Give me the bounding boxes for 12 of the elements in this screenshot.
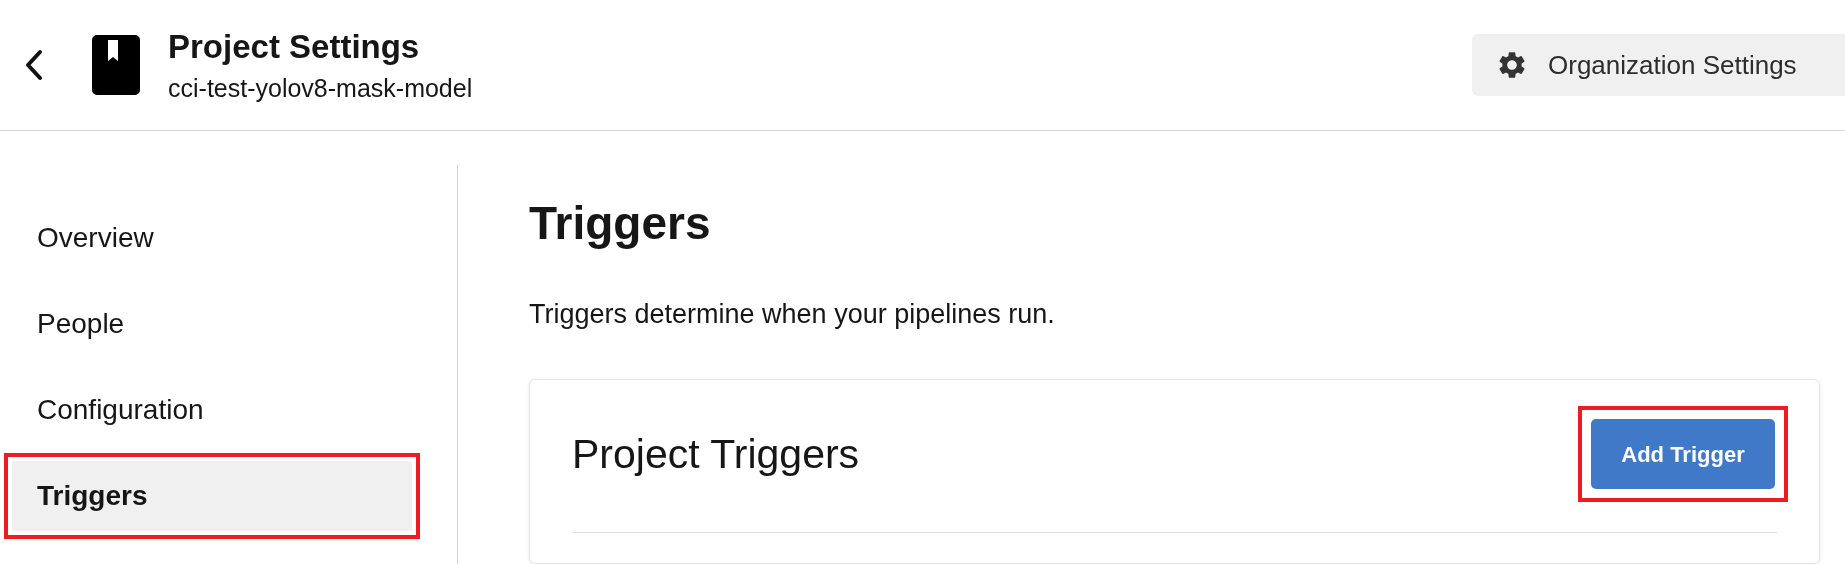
sidebar-item[interactable]: Overview [12,203,412,273]
sidebar-item[interactable]: People [12,289,412,359]
section-heading: Triggers [529,196,712,251]
project-name: cci-test-yolov8-mask-model [168,73,473,103]
organization-settings-button[interactable]: Organization Settings [1472,34,1845,96]
card-title: Project Triggers [572,430,860,479]
bookmarked-book-icon [92,35,140,95]
sidebar-item[interactable]: Configuration [12,375,412,445]
page-title: Project Settings [168,27,421,67]
sidebar-item[interactable]: Triggers [12,461,412,531]
section-description: Triggers determine when your pipelines run. [529,298,1056,331]
add-trigger-button[interactable]: Add Trigger [1591,419,1775,489]
